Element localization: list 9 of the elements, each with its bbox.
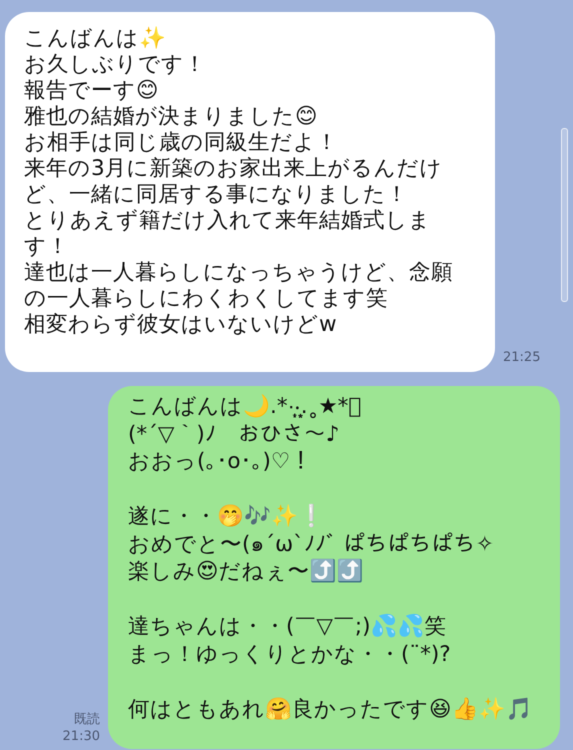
message-text: 遂に・・🤭🎶✨❕ おめでと〜(๑´ω`ﾉﾉﾞ ぱちぱちぱち✧ 楽しみ😍だねぇ〜⤴⤴ (128, 503, 495, 586)
timestamp: 21:25 (503, 349, 540, 366)
message-text: 達ちゃんは・・(￣▽￣;)💦💦笑 まっ！ゆっくりとかな・・(¨*)? (128, 613, 452, 668)
read-receipt: 既読 (74, 711, 100, 728)
message-text: 何はともあれ🤗良かったです😆👍✨🎵 (128, 696, 534, 723)
message-text: こんばんは🌙.*·̩͙‧͙.˳★*ﾟ (*´▽｀)ﾉ おひさ〜♪ おおっ(｡･o･｡)♡！ (128, 393, 362, 476)
scrollbar[interactable] (561, 128, 568, 302)
message-text: こんばんは✨ お久しぶりです！ 報告でーす😊 雅也の結婚が決まりました😊 お相手は同じ歳の同級生だよ！ 来年の3月に新築のお家出来上がるんだけ ど、一緒に同居する事になりました！ とりあえず籍だけ入れて来年結婚式しま す！ 達也は一人暮らしになっちゃうけど、念願 の一人暮らしにわくわくしてます笑 相変わらず彼女はいないけどw (24, 26, 454, 338)
timestamp: 21:30 (62, 728, 100, 745)
